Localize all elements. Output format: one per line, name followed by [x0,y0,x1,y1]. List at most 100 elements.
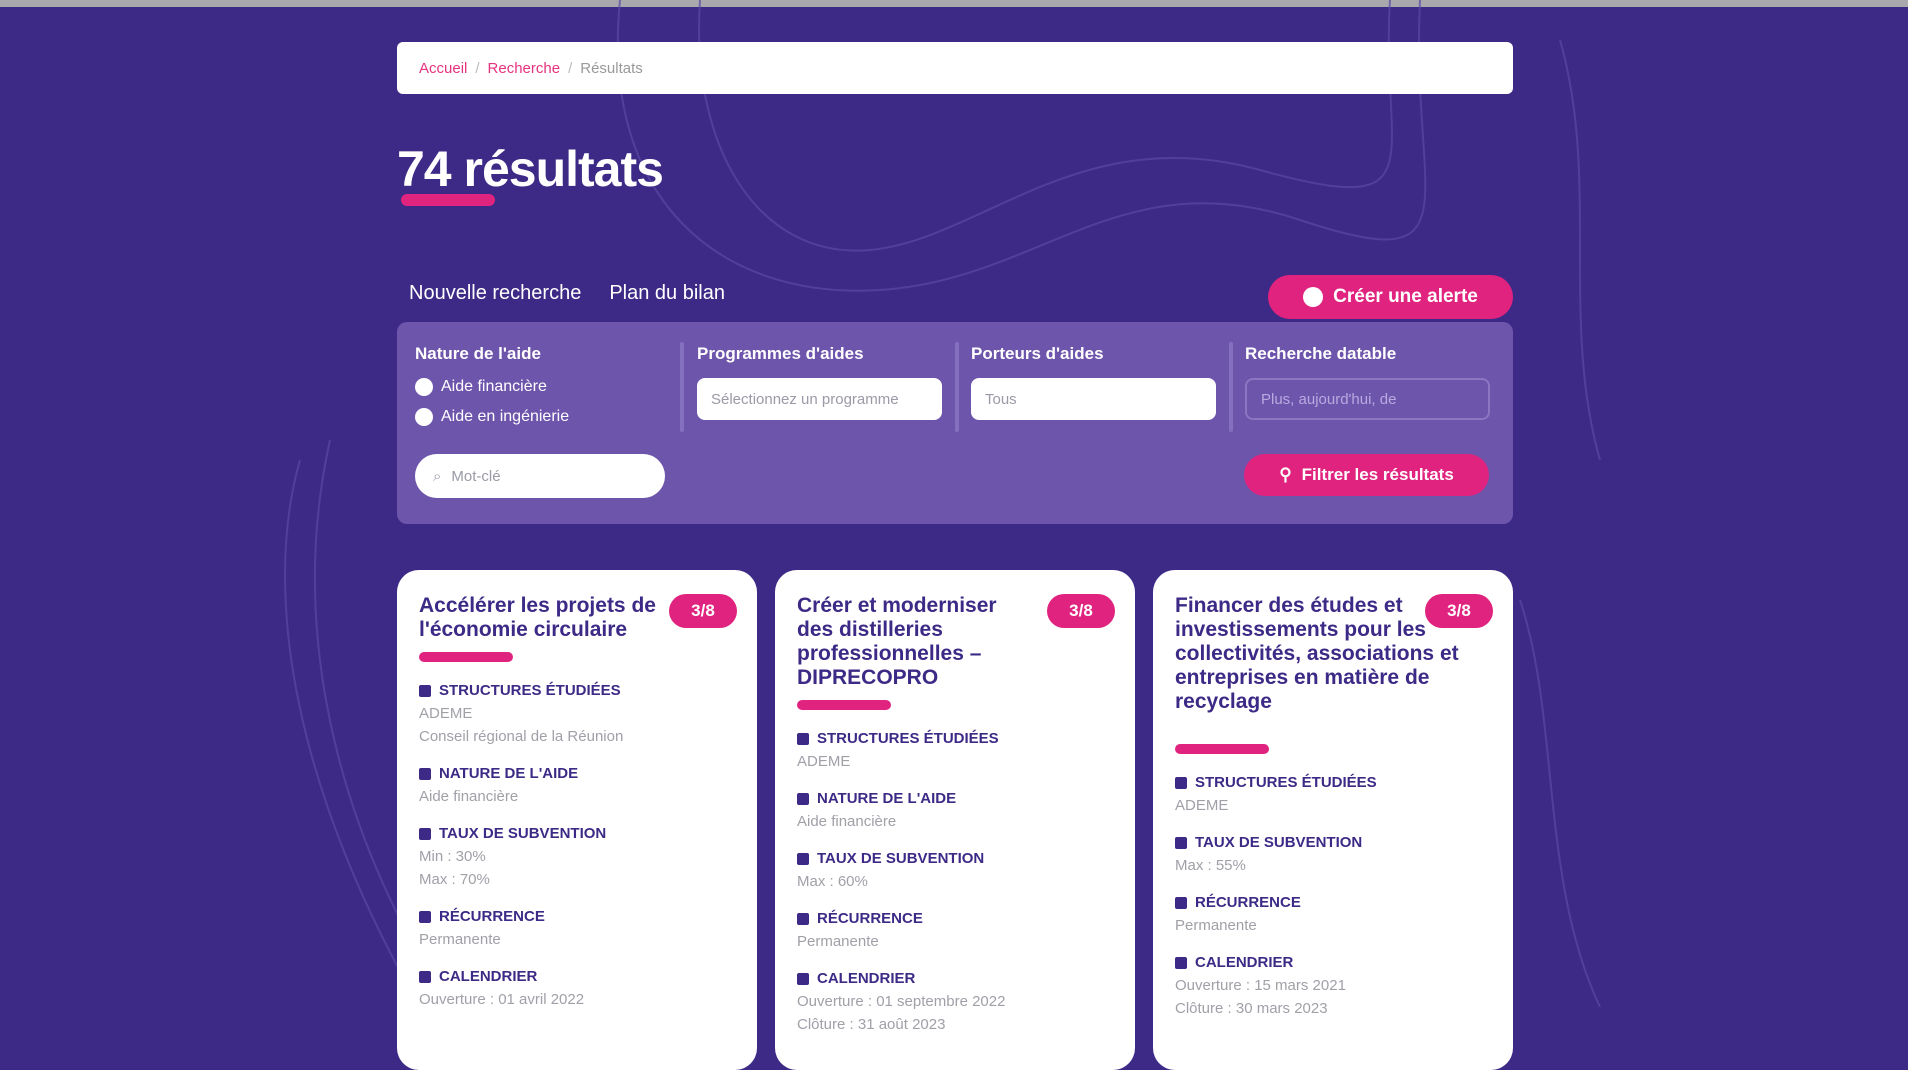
section-value: ADEME [1175,797,1229,814]
euro-icon [797,792,809,805]
radio-option-engineering[interactable]: Aide en ingénierie [415,408,569,426]
building-icon [419,684,431,697]
card-section-calendar: CALENDRIER Ouverture : 01 septembre 2022… [797,970,1113,1033]
card-title[interactable]: Accélérer les projets de l'économie circ… [419,594,659,642]
radio-option-label: Aide financière [441,378,547,395]
page-title: 74 résultats [397,141,664,197]
section-heading: STRUCTURES ÉTUDIÉES [817,730,999,747]
result-card[interactable]: Créer et moderniser des distilleries pro… [775,570,1135,1070]
tab-new-search[interactable]: Nouvelle recherche [409,282,581,305]
section-heading: RÉCURRENCE [439,908,545,925]
section-heading: CALENDRIER [1195,954,1294,971]
calendar-icon [797,972,809,985]
recurrence-icon [1175,896,1187,909]
percent-icon [797,852,809,865]
score-badge: 3/8 [1047,594,1115,628]
section-value: Aide financière [797,813,897,830]
section-value: Ouverture : 15 mars 2021 [1175,977,1346,994]
building-icon [797,732,809,745]
score-badge: 3/8 [1425,594,1493,628]
card-section-nature: NATURE DE L'AIDE Aide financière [797,790,1113,830]
title-underline [401,194,495,206]
card-underline [1175,744,1269,754]
bell-icon [1303,287,1324,307]
calendar-icon [1175,956,1187,969]
filter-program: Programmes d'aides Sélectionnez un progr… [697,344,942,420]
section-value: Max : 70% [419,871,490,888]
recurrence-icon [419,910,431,923]
section-value: ADEME [797,753,851,770]
section-value: Permanente [797,933,879,950]
search-icon: ⌕ [433,467,442,485]
section-value: Ouverture : 01 septembre 2022 [797,993,1006,1010]
card-section-calendar: CALENDRIER Ouverture : 15 mars 2021 Clôt… [1175,954,1491,1017]
filter-porteur: Porteurs d'aides Tous [971,344,1216,420]
section-value: Conseil régional de la Réunion [419,728,624,745]
breadcrumb-parent-link[interactable]: Recherche [488,60,561,77]
filter-divider [1229,342,1233,432]
section-value: ADEME [419,705,473,722]
percent-icon [1175,836,1187,849]
card-underline [797,700,891,710]
filter-date: Recherche datable Plus, aujourd'hui, de [1245,344,1490,420]
card-section-rate: TAUX DE SUBVENTION Max : 60% [797,850,1113,890]
breadcrumb-separator: / [475,59,480,77]
percent-icon [419,827,431,840]
filter-date-label: Recherche datable [1245,344,1397,363]
filter-results-button[interactable]: ⚲ Filtrer les résultats [1244,454,1489,496]
section-heading: STRUCTURES ÉTUDIÉES [1195,774,1377,791]
card-section-recurrence: RÉCURRENCE Permanente [1175,894,1491,934]
porteur-select[interactable]: Tous [971,378,1216,420]
filter-program-label: Programmes d'aides [697,344,864,363]
keyword-placeholder: Mot-clé [451,467,501,485]
section-value: Clôture : 31 août 2023 [797,1016,946,1033]
radio-option-financial[interactable]: Aide financière [415,378,569,396]
card-section-recurrence: RÉCURRENCE Permanente [797,910,1113,950]
filter-results-label: Filtrer les résultats [1301,465,1454,484]
section-heading: TAUX DE SUBVENTION [817,850,985,867]
breadcrumb-home-link[interactable]: Accueil [419,60,467,77]
section-value: Clôture : 30 mars 2023 [1175,1000,1328,1017]
section-value: Aide financière [419,788,519,805]
card-section-calendar: CALENDRIER Ouverture : 01 avril 2022 [419,968,735,1008]
card-section-recurrence: RÉCURRENCE Permanente [419,908,735,948]
card-section-rate: TAUX DE SUBVENTION Max : 55% [1175,834,1491,874]
section-value: Ouverture : 01 avril 2022 [419,991,585,1008]
card-section-structures: STRUCTURES ÉTUDIÉES ADEME Conseil région… [419,682,735,745]
breadcrumb-current: Résultats [580,59,643,77]
section-heading: TAUX DE SUBVENTION [1195,834,1363,851]
section-heading: CALENDRIER [817,970,916,987]
radio-icon [415,378,433,396]
radio-option-label: Aide en ingénierie [441,408,570,425]
card-title[interactable]: Créer et moderniser des distilleries pro… [797,594,1037,690]
section-heading: RÉCURRENCE [1195,894,1301,911]
program-select[interactable]: Sélectionnez un programme [697,378,942,420]
euro-icon [419,767,431,780]
calendar-icon [419,970,431,983]
recurrence-icon [797,912,809,925]
create-alert-button[interactable]: Créer une alerte [1268,275,1513,319]
section-heading: RÉCURRENCE [817,910,923,927]
section-value: Max : 55% [1175,857,1246,874]
breadcrumb: Accueil / Recherche / Résultats [397,42,1513,94]
radio-icon [415,408,433,426]
keyword-search-input[interactable]: ⌕ Mot-clé [415,454,665,498]
card-underline [419,652,513,662]
tab-plan[interactable]: Plan du bilan [609,282,725,305]
section-value: Max : 60% [797,873,868,890]
filter-divider [680,342,684,432]
result-card[interactable]: Financer des études et investissements p… [1153,570,1513,1070]
section-heading: NATURE DE L'AIDE [817,790,957,807]
card-section-nature: NATURE DE L'AIDE Aide financière [419,765,735,805]
section-heading: TAUX DE SUBVENTION [439,825,607,842]
date-field[interactable]: Plus, aujourd'hui, de [1245,378,1490,420]
create-alert-label: Créer une alerte [1333,286,1478,307]
result-card[interactable]: Accélérer les projets de l'économie circ… [397,570,757,1070]
building-icon [1175,776,1187,789]
tabs: Nouvelle recherche Plan du bilan [409,282,725,305]
card-section-structures: STRUCTURES ÉTUDIÉES ADEME [1175,774,1491,814]
card-section-rate: TAUX DE SUBVENTION Min : 30% Max : 70% [419,825,735,888]
breadcrumb-separator: / [568,59,573,77]
main-content: Accueil / Recherche / Résultats 74 résul… [397,42,1513,1070]
section-heading: CALENDRIER [439,968,538,985]
